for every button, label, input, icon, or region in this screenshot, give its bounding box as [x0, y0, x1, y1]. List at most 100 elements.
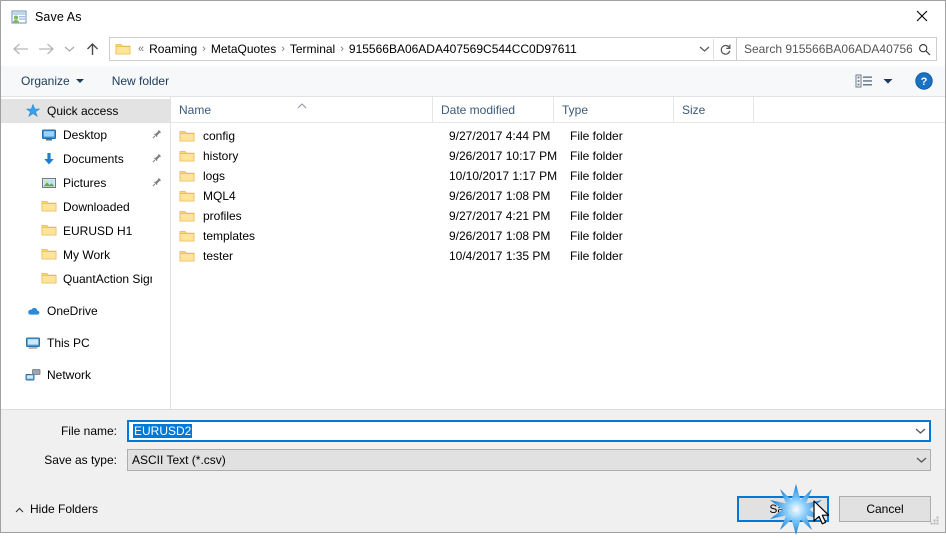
table-row[interactable]: config 9/27/2017 4:44 PM File folder [171, 126, 945, 146]
sidebar-item-label: Quick access [47, 104, 119, 118]
sidebar-item-eurusd-h1[interactable]: EURUSD H1 [1, 219, 170, 243]
view-layout-icon[interactable] [851, 69, 877, 93]
sidebar-item-downloaded[interactable]: Downloaded [1, 195, 170, 219]
organize-button[interactable]: Organize [15, 70, 90, 92]
table-row[interactable]: tester 10/4/2017 1:35 PM File folder [171, 246, 945, 266]
column-header-date-modified[interactable]: Date modified [433, 97, 554, 122]
column-header-label: Date modified [441, 102, 516, 117]
file-name: profiles [203, 209, 242, 223]
save-as-type-select[interactable]: ASCII Text (*.csv) [127, 449, 931, 471]
sidebar-item-documents[interactable]: Documents [1, 147, 170, 171]
sidebar-item-label: Downloaded [63, 200, 130, 214]
hide-folders-button[interactable]: Hide Folders [15, 502, 98, 516]
close-icon[interactable] [899, 1, 945, 31]
sidebar-item-label: Pictures [63, 176, 107, 190]
file-type: File folder [570, 169, 623, 183]
folder-icon [179, 189, 195, 203]
file-date-modified: 9/26/2017 1:08 PM [449, 229, 551, 243]
organize-label: Organize [21, 74, 70, 88]
star-icon [25, 103, 41, 119]
breadcrumb-item-terminal[interactable]: Terminal [287, 40, 338, 58]
onedrive-cloud-icon [25, 303, 41, 319]
file-name-chevron-down-icon[interactable] [911, 427, 929, 435]
sidebar-item-my-work[interactable]: My Work [1, 243, 170, 267]
file-name-row: File name: EURUSD2 [15, 420, 931, 442]
navigation-bar: « Roaming › MetaQuotes › Terminal › 9155… [1, 32, 945, 66]
folder-icon [41, 223, 57, 239]
refresh-icon[interactable] [714, 38, 736, 60]
documents-download-icon [41, 151, 57, 167]
address-bar[interactable]: « Roaming › MetaQuotes › Terminal › 9155… [109, 37, 737, 61]
sidebar-item-label: My Work [63, 248, 111, 262]
sidebar-item-quantaction-signal[interactable]: QuantAction Signal [1, 267, 170, 291]
breadcrumb-item-metaquotes[interactable]: MetaQuotes [208, 40, 279, 58]
search-box[interactable]: Search 915566BA06ADA40756... [737, 37, 937, 61]
sidebar-item-this-pc[interactable]: This PC [1, 331, 170, 355]
file-name-input[interactable]: EURUSD2 [127, 420, 931, 442]
table-row[interactable]: templates 9/26/2017 1:08 PM File folder [171, 226, 945, 246]
sidebar-item-desktop[interactable]: Desktop [1, 123, 170, 147]
folder-icon [179, 209, 195, 223]
file-date-modified: 10/10/2017 1:17 PM [449, 169, 558, 183]
table-row[interactable]: MQL4 9/26/2017 1:08 PM File folder [171, 186, 945, 206]
save-as-type-chevron-down-icon[interactable] [912, 456, 930, 464]
folder-icon [41, 247, 57, 263]
sidebar-item-label: This PC [47, 336, 90, 350]
breadcrumb-separator: › [340, 43, 344, 55]
table-row[interactable]: history 9/26/2017 10:17 PM File folder [171, 146, 945, 166]
file-name-value-wrap: EURUSD2 [129, 424, 911, 438]
new-folder-label: New folder [111, 74, 170, 88]
sidebar-item-pictures[interactable]: Pictures [1, 171, 170, 195]
back-arrow-icon[interactable] [7, 36, 33, 62]
dialog-body: Quick access Desktop Documents Pictures … [1, 97, 945, 409]
recent-locations-chevron-down-icon[interactable] [59, 36, 79, 62]
cancel-button[interactable]: Cancel [839, 496, 931, 522]
sidebar-item-quick-access[interactable]: Quick access [1, 99, 170, 123]
file-rows: config 9/27/2017 4:44 PM File folder his… [171, 123, 945, 409]
forward-arrow-icon[interactable] [33, 36, 59, 62]
file-name: templates [203, 229, 256, 243]
table-row[interactable]: logs 10/10/2017 1:17 PM File folder [171, 166, 945, 186]
file-date-modified: 9/26/2017 1:08 PM [449, 189, 551, 203]
folder-icon [179, 149, 195, 163]
resize-grip-icon[interactable] [929, 514, 941, 529]
column-header-name[interactable]: Name [171, 97, 433, 122]
help-icon[interactable]: ? [911, 69, 937, 93]
save-button[interactable]: Save [737, 496, 829, 522]
sidebar-item-label: OneDrive [47, 304, 98, 318]
column-header-label: Type [562, 102, 589, 117]
file-type: File folder [570, 189, 623, 203]
breadcrumb-item-roaming[interactable]: Roaming [146, 40, 200, 58]
folder-icon [41, 271, 57, 287]
pin-icon[interactable] [152, 152, 164, 166]
column-header-label: Size [682, 102, 706, 117]
file-name-label: File name: [60, 424, 117, 438]
window-title: Save As [35, 9, 82, 24]
address-dropdown-chevron-down-icon[interactable] [695, 38, 713, 60]
pin-icon[interactable] [152, 128, 164, 142]
pin-icon[interactable] [152, 176, 164, 190]
sidebar-item-onedrive[interactable]: OneDrive [1, 299, 170, 323]
file-type: File folder [570, 249, 623, 263]
breadcrumb-separator: › [202, 43, 206, 55]
up-arrow-icon[interactable] [79, 36, 105, 62]
view-options-chevron-down-icon[interactable] [879, 69, 897, 93]
sidebar-item-label: Network [47, 368, 92, 382]
file-type: File folder [570, 129, 623, 143]
file-date-modified: 9/26/2017 10:17 PM [449, 149, 558, 163]
sort-ascending-caret-icon [297, 98, 307, 112]
sidebar-item-label: Desktop [63, 128, 108, 142]
save-button-label: Save [769, 502, 797, 516]
table-row[interactable]: profiles 9/27/2017 4:21 PM File folder [171, 206, 945, 226]
dialog-footer: Hide Folders Save Cancel [1, 486, 945, 532]
column-header-size[interactable]: Size [674, 97, 754, 122]
file-list-panel: Name Date modified Type Size config 9/27… [171, 97, 945, 409]
breadcrumb-item-guid[interactable]: 915566BA06ADA407569C544CC0D97611 [346, 40, 580, 58]
sidebar-item-network[interactable]: Network [1, 363, 170, 387]
new-folder-button[interactable]: New folder [106, 70, 175, 92]
search-input[interactable]: Search 915566BA06ADA40756... [737, 42, 912, 56]
save-form: File name: EURUSD2 Save as type: ASCII T… [1, 409, 945, 486]
folder-icon [179, 129, 195, 143]
column-header-type[interactable]: Type [554, 97, 674, 122]
breadcrumb-overflow[interactable]: « [136, 43, 146, 55]
